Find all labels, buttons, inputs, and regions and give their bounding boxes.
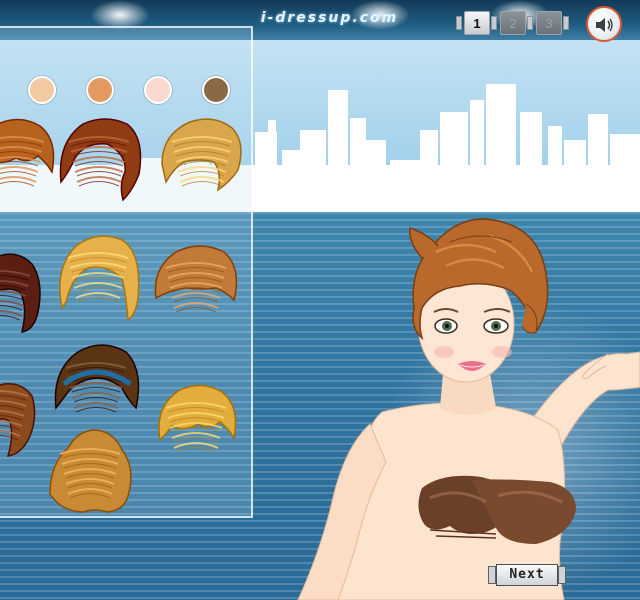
- hairstyle-thumbnail: [0, 253, 41, 333]
- hairstyle-thumbnail: [154, 245, 238, 313]
- hairstyle-thumbnail: [0, 383, 36, 457]
- hairstyle-option[interactable]: [0, 112, 55, 204]
- model-body: [297, 351, 640, 600]
- hair-color-swatches: [0, 76, 250, 116]
- page-2-button[interactable]: 2: [500, 11, 526, 35]
- hairstyle-option[interactable]: [156, 112, 242, 204]
- hairstyle-option[interactable]: [0, 246, 41, 338]
- hair-color-swatch[interactable]: [28, 76, 56, 104]
- speaker-icon: [596, 18, 613, 32]
- hairstyle-thumbnail: [59, 118, 142, 202]
- hair-color-swatch[interactable]: [202, 76, 230, 104]
- hairstyle-option[interactable]: [50, 338, 140, 430]
- hairstyle-option[interactable]: [150, 378, 237, 470]
- hairstyle-thumbnail: [158, 384, 237, 453]
- hairstyle-thumbnail: [161, 118, 242, 192]
- hairstyle-option[interactable]: [150, 238, 238, 330]
- page-nav-cap: [456, 16, 462, 30]
- hairstyle-option[interactable]: [44, 424, 132, 516]
- sound-toggle-button[interactable]: [586, 6, 622, 42]
- hairstyle-option[interactable]: [0, 366, 38, 458]
- hairstyle-thumbnail: [49, 429, 132, 513]
- hairstyle-thumbnail: [54, 344, 140, 413]
- page-3-button[interactable]: 3: [536, 11, 562, 35]
- page-1-button[interactable]: 1: [464, 11, 490, 35]
- hairstyle-option[interactable]: [52, 228, 140, 322]
- next-button-cap: [488, 566, 496, 584]
- page-nav-cap: [563, 16, 569, 30]
- next-button-cap: [558, 566, 566, 584]
- hairstyle-thumbnail: [59, 235, 140, 322]
- hairstyle-option[interactable]: [53, 112, 142, 204]
- site-logo[interactable]: i-dressup.com: [242, 8, 417, 28]
- hair-color-swatch[interactable]: [86, 76, 114, 104]
- dressup-model: [297, 218, 640, 600]
- game-stage: i-dressup.com 1 2 3 Next: [0, 0, 640, 600]
- page-nav-cap: [527, 16, 533, 30]
- model-head: [409, 218, 549, 383]
- hairstyle-thumbnail: [0, 118, 55, 187]
- next-button[interactable]: Next: [488, 564, 566, 586]
- hairstyle-panel: [0, 26, 253, 518]
- next-button-label: Next: [496, 564, 558, 586]
- hair-color-swatch[interactable]: [144, 76, 172, 104]
- page-nav-cap: [491, 16, 497, 30]
